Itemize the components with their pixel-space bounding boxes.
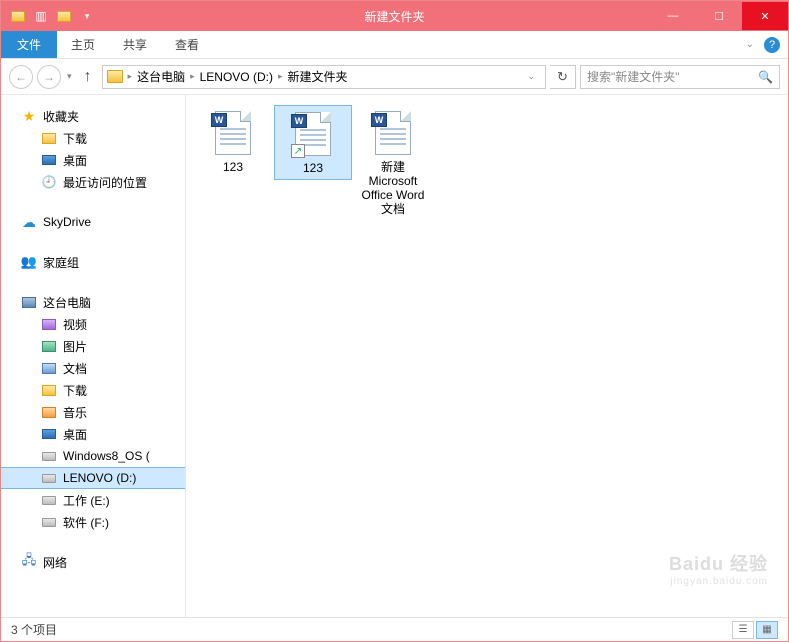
item-count: 3 个项目 — [11, 621, 57, 638]
tree-drive-f[interactable]: 软件 (F:) — [1, 511, 185, 533]
address-bar[interactable]: ▸ 这台电脑 ▸ LENOVO (D:) ▸ 新建文件夹 ⌄ — [102, 65, 546, 89]
tree-recent[interactable]: 🕘最近访问的位置 — [1, 171, 185, 193]
maximize-button[interactable]: ☐ — [696, 2, 742, 30]
folder-icon — [7, 5, 29, 27]
search-icon: 🔍 — [758, 70, 773, 84]
desktop-icon — [41, 152, 57, 168]
recent-icon: 🕘 — [41, 174, 57, 190]
tab-view[interactable]: 查看 — [161, 31, 213, 58]
tab-share[interactable]: 共享 — [109, 31, 161, 58]
chevron-right-icon[interactable]: ▸ — [190, 71, 195, 82]
tree-homegroup[interactable]: 👥家庭组 — [1, 251, 185, 273]
tree-desktop[interactable]: 桌面 — [1, 149, 185, 171]
document-icon — [41, 360, 57, 376]
window-title: 新建文件夹 — [364, 8, 424, 25]
file-item[interactable]: W ↗ 123 — [274, 105, 352, 180]
minimize-button[interactable]: — — [650, 2, 696, 30]
tree-drive-c[interactable]: Windows8_OS ( — [1, 445, 185, 467]
drive-icon — [41, 448, 57, 464]
tree-drive-e[interactable]: 工作 (E:) — [1, 489, 185, 511]
pc-icon — [21, 294, 37, 310]
file-label: 新建 Microsoft Office Word 文档 — [356, 160, 430, 216]
properties-icon[interactable]: ▥ — [30, 5, 52, 27]
search-placeholder: 搜索"新建文件夹" — [587, 68, 680, 85]
breadcrumb-segment[interactable]: 新建文件夹 — [284, 68, 350, 85]
address-dropdown-icon[interactable]: ⌄ — [521, 71, 541, 82]
ribbon-tabs: 文件 主页 共享 查看 ⌄ ? — [1, 31, 788, 59]
tree-skydrive[interactable]: ☁SkyDrive — [1, 211, 185, 233]
file-label: 123 — [223, 160, 243, 174]
search-input[interactable]: 搜索"新建文件夹" 🔍 — [580, 65, 780, 89]
view-switcher: ☰ ▦ — [732, 621, 778, 639]
file-item[interactable]: W 123 — [194, 105, 272, 178]
close-button[interactable]: ✕ — [742, 2, 788, 30]
expand-ribbon-icon[interactable]: ⌄ — [746, 39, 754, 50]
picture-icon — [41, 338, 57, 354]
qat-dropdown-icon[interactable]: ▾ — [76, 5, 98, 27]
video-icon — [41, 316, 57, 332]
back-button[interactable]: ← — [9, 65, 33, 89]
tree-thispc[interactable]: 这台电脑 — [1, 291, 185, 313]
tree-desktop2[interactable]: 桌面 — [1, 423, 185, 445]
file-list-area[interactable]: W 123 W ↗ 123 W 新建 Microsoft Office Word… — [186, 95, 788, 617]
new-folder-icon[interactable] — [53, 5, 75, 27]
status-bar: 3 个项目 ☰ ▦ — [1, 617, 788, 641]
history-dropdown-icon[interactable]: ▾ — [65, 71, 74, 82]
navigation-bar: ← → ▾ ↑ ▸ 这台电脑 ▸ LENOVO (D:) ▸ 新建文件夹 ⌄ ↻… — [1, 59, 788, 95]
navigation-pane[interactable]: ★收藏夹 下载 桌面 🕘最近访问的位置 ☁SkyDrive 👥家庭组 这台电脑 … — [1, 95, 186, 617]
watermark: Baidu 经验 jingyan.baidu.com — [669, 550, 768, 587]
title-bar: ▥ ▾ 新建文件夹 — ☐ ✕ — [1, 1, 788, 31]
tree-drive-d[interactable]: LENOVO (D:) — [1, 467, 185, 489]
breadcrumb-segment[interactable]: 这台电脑 — [134, 68, 188, 85]
chevron-right-icon[interactable]: ▸ — [278, 71, 283, 82]
tree-documents[interactable]: 文档 — [1, 357, 185, 379]
word-document-icon: W — [369, 109, 417, 157]
network-icon: 🖧 — [21, 554, 37, 570]
breadcrumb-segment[interactable]: LENOVO (D:) — [197, 70, 276, 84]
icons-view-button[interactable]: ▦ — [756, 621, 778, 639]
file-label: 123 — [303, 161, 323, 175]
quick-access-toolbar: ▥ ▾ — [1, 5, 98, 27]
drive-icon — [41, 492, 57, 508]
details-view-button[interactable]: ☰ — [732, 621, 754, 639]
up-button[interactable]: ↑ — [78, 67, 98, 87]
help-icon[interactable]: ? — [764, 37, 780, 53]
drive-icon — [41, 470, 57, 486]
file-item[interactable]: W 新建 Microsoft Office Word 文档 — [354, 105, 432, 220]
tree-music[interactable]: 音乐 — [1, 401, 185, 423]
word-document-icon: W — [209, 109, 257, 157]
explorer-body: ★收藏夹 下载 桌面 🕘最近访问的位置 ☁SkyDrive 👥家庭组 这台电脑 … — [1, 95, 788, 617]
cloud-icon: ☁ — [21, 214, 37, 230]
tree-downloads2[interactable]: 下载 — [1, 379, 185, 401]
download-icon — [41, 130, 57, 146]
file-tab[interactable]: 文件 — [1, 31, 57, 58]
tree-downloads[interactable]: 下载 — [1, 127, 185, 149]
music-icon — [41, 404, 57, 420]
window-controls: — ☐ ✕ — [650, 2, 788, 30]
tab-home[interactable]: 主页 — [57, 31, 109, 58]
star-icon: ★ — [21, 108, 37, 124]
chevron-right-icon[interactable]: ▸ — [128, 71, 133, 82]
word-document-icon: W ↗ — [289, 110, 337, 158]
shortcut-arrow-icon: ↗ — [291, 144, 305, 158]
folder-icon — [107, 70, 123, 83]
tree-network[interactable]: 🖧网络 — [1, 551, 185, 573]
drive-icon — [41, 514, 57, 530]
homegroup-icon: 👥 — [21, 254, 37, 270]
tree-favorites[interactable]: ★收藏夹 — [1, 105, 185, 127]
tree-pictures[interactable]: 图片 — [1, 335, 185, 357]
tree-videos[interactable]: 视频 — [1, 313, 185, 335]
download-icon — [41, 382, 57, 398]
refresh-button[interactable]: ↻ — [550, 65, 576, 89]
forward-button[interactable]: → — [37, 65, 61, 89]
ribbon-right: ⌄ ? — [746, 31, 780, 58]
desktop-icon — [41, 426, 57, 442]
